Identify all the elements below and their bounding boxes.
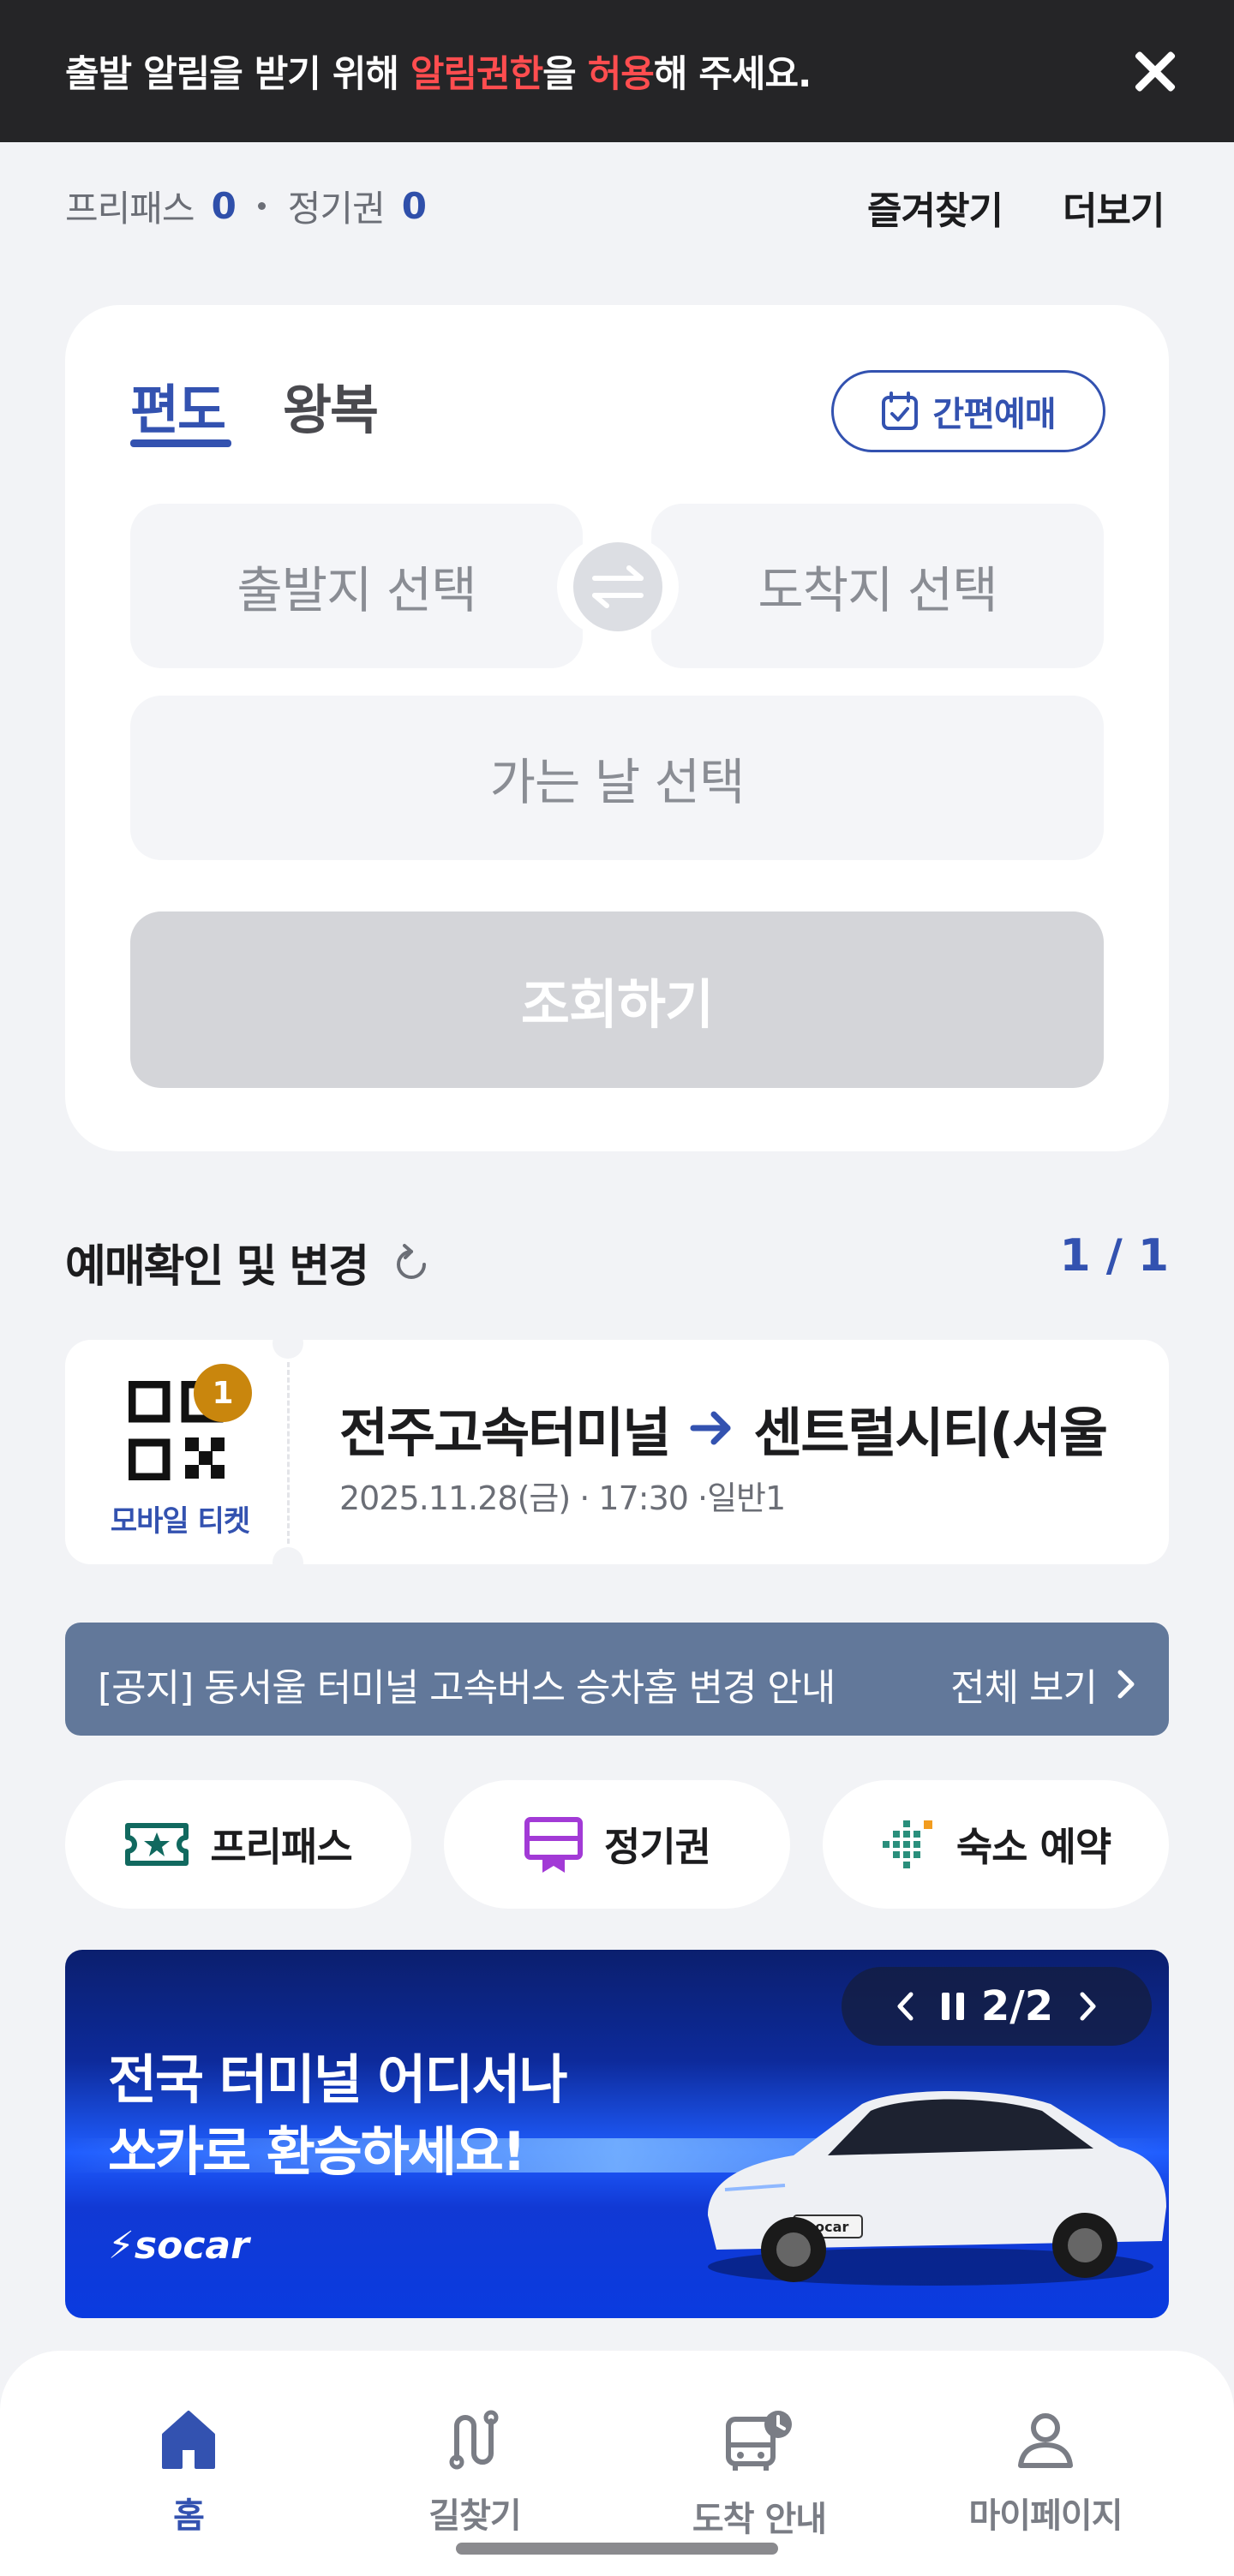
ticket-count-badge: 1: [194, 1364, 252, 1422]
quick-booking-button[interactable]: 간편예매: [831, 370, 1105, 452]
separator-dot: [257, 202, 266, 210]
nav-home[interactable]: 홈: [77, 2409, 300, 2537]
person-icon: [1018, 2413, 1073, 2468]
banner-title: 전국 터미널 어디서나 쏘카로 환승하세요!: [108, 2048, 568, 2183]
ticket-route: 전주고속터미널 센트럴시티(서울: [339, 1390, 1169, 1467]
reservation-title: 예매확인 및 변경: [65, 1241, 369, 1293]
view-all-button[interactable]: 전체 보기: [950, 1657, 1136, 1712]
arrow-right-icon: [690, 1411, 731, 1445]
lodging-shortcut[interactable]: 숙소 예약: [823, 1780, 1169, 1909]
quick-booking-label: 간편예매: [932, 395, 1056, 434]
banner-counter: 2/2: [980, 1982, 1054, 2030]
notice-banner[interactable]: [공지] 동서울 터미널 고속버스 승차홈 변경 안내 전체 보기: [65, 1623, 1169, 1736]
freepass-count: 0: [211, 185, 237, 227]
swap-arrows-icon: [592, 565, 644, 608]
route-icon: [449, 2410, 499, 2470]
banner-carousel-controls: 2/2: [842, 1967, 1152, 2046]
nav-home-label: 홈: [173, 2496, 205, 2536]
reservation-section-title: 예매확인 및 변경: [65, 1230, 433, 1294]
chevron-left-icon[interactable]: [896, 1991, 914, 2022]
tab-active-underline: [130, 439, 231, 447]
notice-text: [공지] 동서울 터미널 고속버스 승차홈 변경 안내: [98, 1666, 836, 1710]
lightning-icon: ⚡: [108, 2224, 135, 2268]
nav-route[interactable]: 길찾기: [363, 2409, 586, 2537]
permission-notice-bar: 출발 알림을 받기 위해 알림권한을 허용해 주세요.: [0, 0, 1234, 142]
season-pass-label: 정기권: [287, 188, 386, 230]
reservation-page-count: 1 / 1: [1059, 1230, 1169, 1282]
calendar-check-icon: [882, 391, 919, 430]
departure-select[interactable]: 출발지 선택: [130, 504, 583, 668]
mobile-ticket-label[interactable]: 모바일 티켓: [103, 1497, 257, 1539]
search-button[interactable]: 조회하기: [130, 911, 1104, 1088]
car-image: socar: [708, 2091, 1166, 2286]
nav-route-label: 길찾기: [428, 2496, 521, 2536]
date-select[interactable]: 가는 날 선택: [130, 696, 1104, 860]
permission-notice-text: 출발 알림을 받기 위해 알림권한을 허용해 주세요.: [65, 53, 812, 96]
nav-mypage-label: 마이페이지: [968, 2496, 1123, 2536]
chevron-right-icon[interactable]: [1079, 1991, 1098, 2022]
lodging-shortcut-label: 숙소 예약: [955, 1824, 1111, 1870]
season-pass-shortcut[interactable]: 정기권: [444, 1780, 790, 1909]
freepass-shortcut-label: 프리패스: [210, 1824, 352, 1870]
pass-counts: 프리패스 0 정기권 0: [65, 180, 427, 232]
home-icon: [162, 2411, 215, 2469]
route-to: 센트럴시티(서울: [753, 1402, 1108, 1464]
ticket-notch: [273, 1328, 303, 1359]
nav-arrival-label: 도착 안내: [692, 2500, 827, 2539]
season-pass-icon: [524, 1817, 584, 1873]
promo-banner[interactable]: 전국 터미널 어디서나 쏘카로 환승하세요! ⚡socar socar 2/2: [65, 1950, 1169, 2318]
arrival-select[interactable]: 도착지 선택: [651, 504, 1104, 668]
season-pass-count: 0: [401, 185, 427, 227]
favorites-link[interactable]: 즐겨찾기: [867, 180, 1003, 235]
swap-button[interactable]: [557, 535, 679, 639]
ticket-divider: [287, 1362, 290, 1544]
pause-icon[interactable]: [940, 1991, 966, 2022]
close-icon[interactable]: [1124, 41, 1184, 101]
nav-arrival-info[interactable]: 도착 안내: [648, 2409, 871, 2541]
tab-roundtrip[interactable]: 왕복: [283, 367, 379, 444]
ticket-info: 2025.11.28(금) · 17:30 ·일반1: [339, 1479, 786, 1517]
more-link[interactable]: 더보기: [1063, 180, 1165, 235]
freepass-shortcut[interactable]: 프리패스: [65, 1780, 411, 1909]
socar-logo: ⚡socar: [108, 2224, 249, 2268]
home-indicator[interactable]: [456, 2543, 778, 2555]
lodging-icon: [882, 1820, 932, 1868]
bus-clock-icon: [726, 2411, 792, 2471]
freepass-label: 프리패스: [65, 188, 195, 230]
refresh-icon[interactable]: [390, 1241, 433, 1284]
tab-oneway[interactable]: 편도: [130, 367, 226, 444]
season-pass-shortcut-label: 정기권: [604, 1824, 711, 1870]
chevron-right-icon: [1117, 1670, 1135, 1699]
view-all-label: 전체 보기: [950, 1666, 1098, 1710]
nav-mypage[interactable]: 마이페이지: [934, 2409, 1157, 2537]
ticket-notch: [273, 1547, 303, 1578]
ticket-star-icon: [125, 1823, 189, 1866]
route-from: 전주고속터미널: [339, 1402, 671, 1464]
